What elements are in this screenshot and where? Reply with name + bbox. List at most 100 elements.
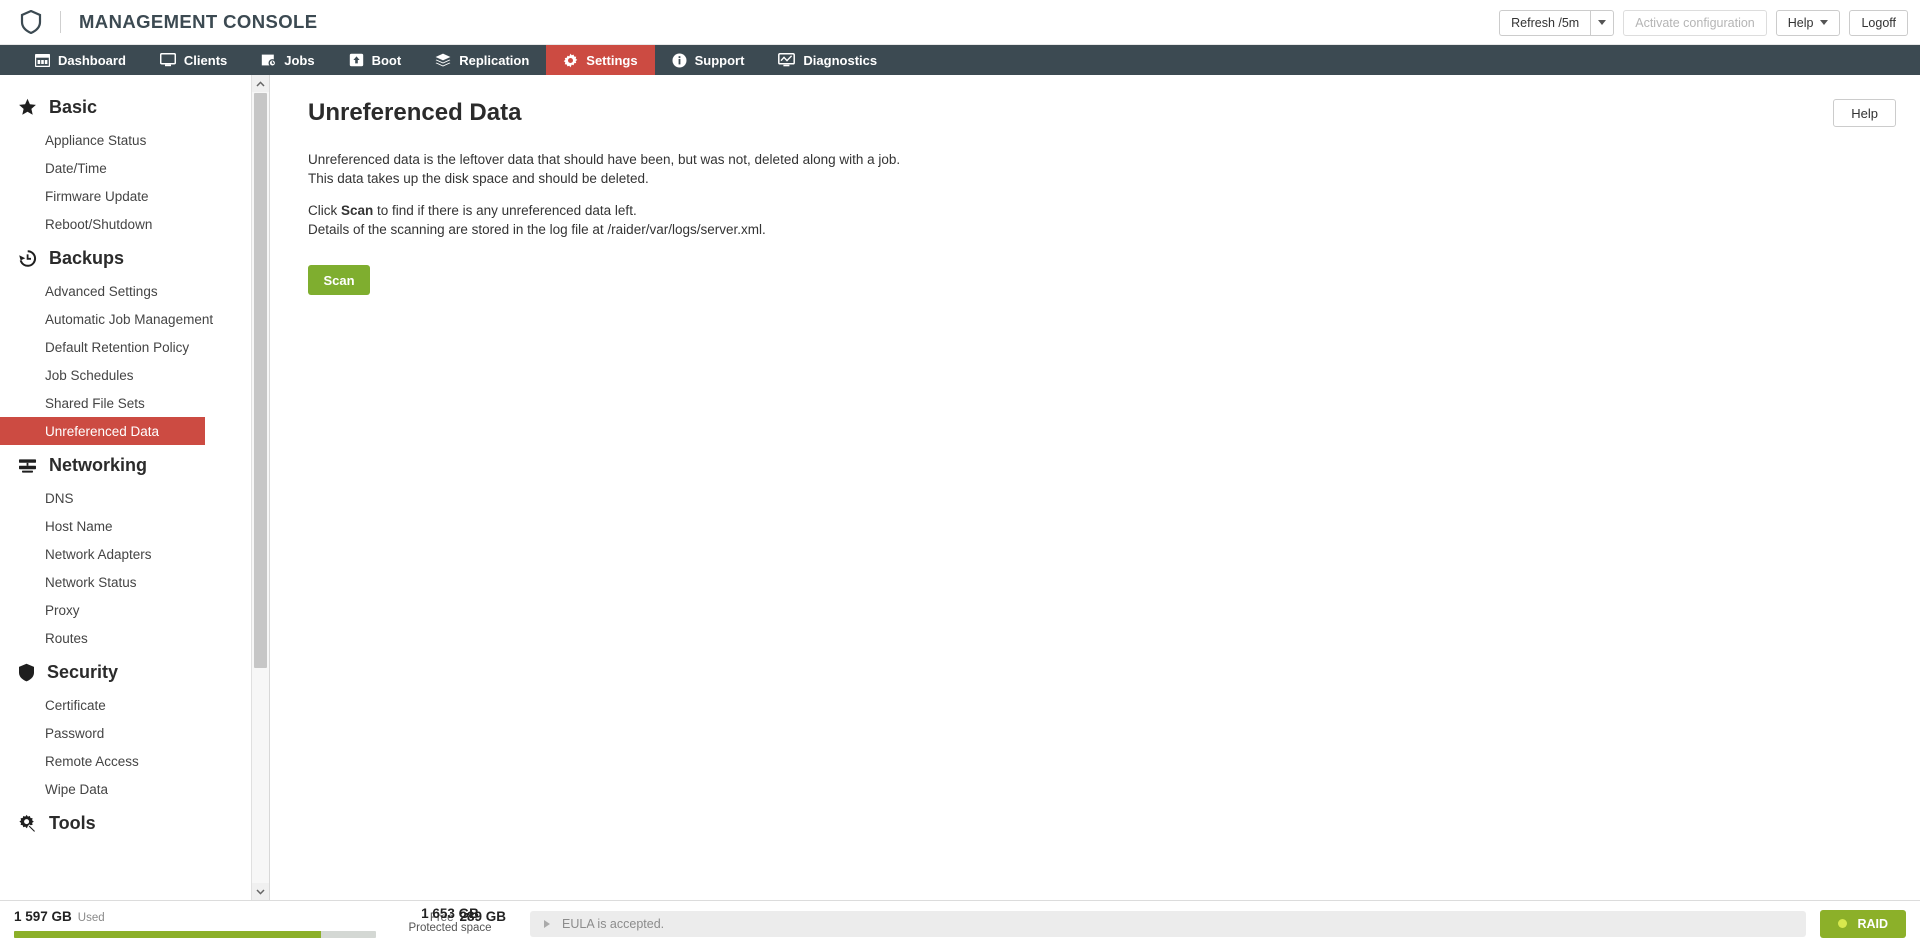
shield-logo-icon — [16, 7, 46, 37]
refresh-dropdown-button[interactable] — [1590, 10, 1614, 36]
nav-item-replication[interactable]: Replication — [418, 45, 546, 75]
sidebar-item-unreferenced-data[interactable]: Unreferenced Data — [0, 417, 205, 445]
sidebar-section-networking: Networking — [0, 445, 269, 484]
scan-button[interactable]: Scan — [308, 265, 370, 295]
section-title: Backups — [49, 248, 124, 269]
sidebar-item-remote-access[interactable]: Remote Access — [0, 747, 269, 775]
scrollbar-thumb[interactable] — [254, 93, 267, 668]
page-title: Unreferenced Data — [308, 99, 1890, 127]
sidebar-section-security: Security — [0, 652, 269, 691]
section-title: Security — [47, 662, 118, 683]
raid-status-badge[interactable]: RAID — [1820, 910, 1906, 938]
gear-wrench-icon — [18, 814, 37, 833]
disk-usage-bar — [14, 931, 376, 938]
logoff-button[interactable]: Logoff — [1849, 10, 1908, 36]
nav-label: Dashboard — [58, 53, 126, 68]
sidebar-item-job-schedules[interactable]: Job Schedules — [0, 361, 269, 389]
brand-divider — [60, 11, 61, 33]
sidebar-item-network-adapters[interactable]: Network Adapters — [0, 540, 269, 568]
disk-usage-fill — [14, 931, 321, 938]
nav-item-settings[interactable]: Settings — [546, 45, 654, 75]
sidebar-item-proxy[interactable]: Proxy — [0, 596, 269, 624]
used-value: 1 597 GB — [14, 909, 72, 924]
nav-item-clients[interactable]: Clients — [143, 45, 244, 75]
section-title: Networking — [49, 455, 147, 476]
sidebar-item-dns[interactable]: DNS — [0, 484, 269, 512]
dashboard-icon — [35, 54, 50, 67]
app-title: MANAGEMENT CONSOLE — [79, 11, 317, 33]
server-rack-icon — [18, 457, 37, 475]
nav-item-boot[interactable]: Boot — [332, 45, 419, 75]
nav-item-diagnostics[interactable]: Diagnostics — [761, 45, 894, 75]
help-menu-label: Help — [1788, 16, 1814, 30]
content-help-button[interactable]: Help — [1833, 99, 1896, 127]
sidebar-item-password[interactable]: Password — [0, 719, 269, 747]
sidebar-item-shared-file-sets[interactable]: Shared File Sets — [0, 389, 269, 417]
section-title: Tools — [49, 813, 96, 834]
sidebar-item-routes[interactable]: Routes — [0, 624, 269, 652]
sidebar-item-certificate[interactable]: Certificate — [0, 691, 269, 719]
nav-item-jobs[interactable]: Jobs — [244, 45, 331, 75]
header-actions: Refresh /5m Activate configuration Help … — [1499, 0, 1908, 45]
description-paragraph-1: Unreferenced data is the leftover data t… — [308, 151, 1890, 188]
scrollbar-up-button[interactable] — [252, 75, 269, 92]
section-title: Basic — [49, 97, 97, 118]
refresh-split-button: Refresh /5m — [1499, 10, 1614, 36]
chevron-down-icon — [1598, 20, 1606, 25]
protected-space-group: 1 653 GB Protected space — [394, 906, 506, 934]
shield-icon — [18, 663, 35, 682]
nav-label: Settings — [586, 53, 637, 68]
used-label: Used — [78, 912, 105, 924]
instruction-prefix: Click — [308, 203, 341, 218]
top-header: MANAGEMENT CONSOLE Refresh /5m Activate … — [0, 0, 1920, 45]
content-help-container: Help — [1833, 99, 1896, 127]
sidebar-item-firmware-update[interactable]: Firmware Update — [0, 182, 269, 210]
gear-icon — [563, 53, 578, 68]
sidebar-content: Basic Appliance Status Date/Time Firmwar… — [0, 75, 269, 842]
instruction-suffix: to find if there is any unreferenced dat… — [373, 203, 636, 218]
sidebar-section-tools: Tools — [0, 803, 269, 842]
sidebar-item-appliance-status[interactable]: Appliance Status — [0, 126, 269, 154]
description-line-2: This data takes up the disk space and sh… — [308, 171, 649, 186]
sidebar-item-wipe-data[interactable]: Wipe Data — [0, 775, 269, 803]
nav-label: Replication — [459, 53, 529, 68]
raid-label: RAID — [1857, 917, 1888, 931]
info-icon — [672, 53, 687, 68]
nav-label: Clients — [184, 53, 227, 68]
description-line-1: Unreferenced data is the leftover data t… — [308, 152, 900, 167]
sidebar-section-basic: Basic — [0, 87, 269, 126]
sidebar-section-backups: Backups — [0, 238, 269, 277]
nav-label: Support — [695, 53, 745, 68]
description-paragraph-2: Click Scan to find if there is any unref… — [308, 202, 1890, 239]
nav-item-support[interactable]: Support — [655, 45, 762, 75]
sidebar-item-network-status[interactable]: Network Status — [0, 568, 269, 596]
disk-usage-block: 1 597 GB Used Free 289 GB 1 653 GB Prote… — [0, 901, 520, 947]
protected-value: 1 653 GB — [394, 906, 506, 921]
settings-sidebar: Basic Appliance Status Date/Time Firmwar… — [0, 75, 270, 900]
star-icon — [18, 98, 37, 117]
workspace: Basic Appliance Status Date/Time Firmwar… — [0, 75, 1920, 900]
monitor-icon — [160, 53, 176, 67]
nav-item-dashboard[interactable]: Dashboard — [18, 45, 143, 75]
sidebar-item-advanced-settings[interactable]: Advanced Settings — [0, 277, 269, 305]
eula-status-text: EULA is accepted. — [562, 917, 664, 931]
scrollbar-down-button[interactable] — [252, 883, 269, 900]
jobs-clock-icon — [261, 53, 276, 67]
activate-configuration-button[interactable]: Activate configuration — [1623, 10, 1767, 36]
chevron-down-icon — [1820, 20, 1828, 25]
sidebar-item-host-name[interactable]: Host Name — [0, 512, 269, 540]
refresh-button[interactable]: Refresh /5m — [1499, 10, 1590, 36]
sidebar-item-automatic-job-management[interactable]: Automatic Job Management — [0, 305, 269, 333]
sidebar-item-date-time[interactable]: Date/Time — [0, 154, 269, 182]
sidebar-item-reboot-shutdown[interactable]: Reboot/Shutdown — [0, 210, 269, 238]
sidebar-scrollbar[interactable] — [251, 75, 269, 900]
sidebar-item-default-retention-policy[interactable]: Default Retention Policy — [0, 333, 269, 361]
main-content: Help Unreferenced Data Unreferenced data… — [270, 75, 1920, 900]
nav-label: Diagnostics — [803, 53, 877, 68]
help-menu-button[interactable]: Help — [1776, 10, 1841, 36]
eula-status-bar[interactable]: EULA is accepted. — [530, 911, 1806, 937]
chevron-down-icon — [256, 889, 265, 895]
nav-label: Boot — [372, 53, 402, 68]
nav-label: Jobs — [284, 53, 314, 68]
boot-upload-icon — [349, 53, 364, 67]
